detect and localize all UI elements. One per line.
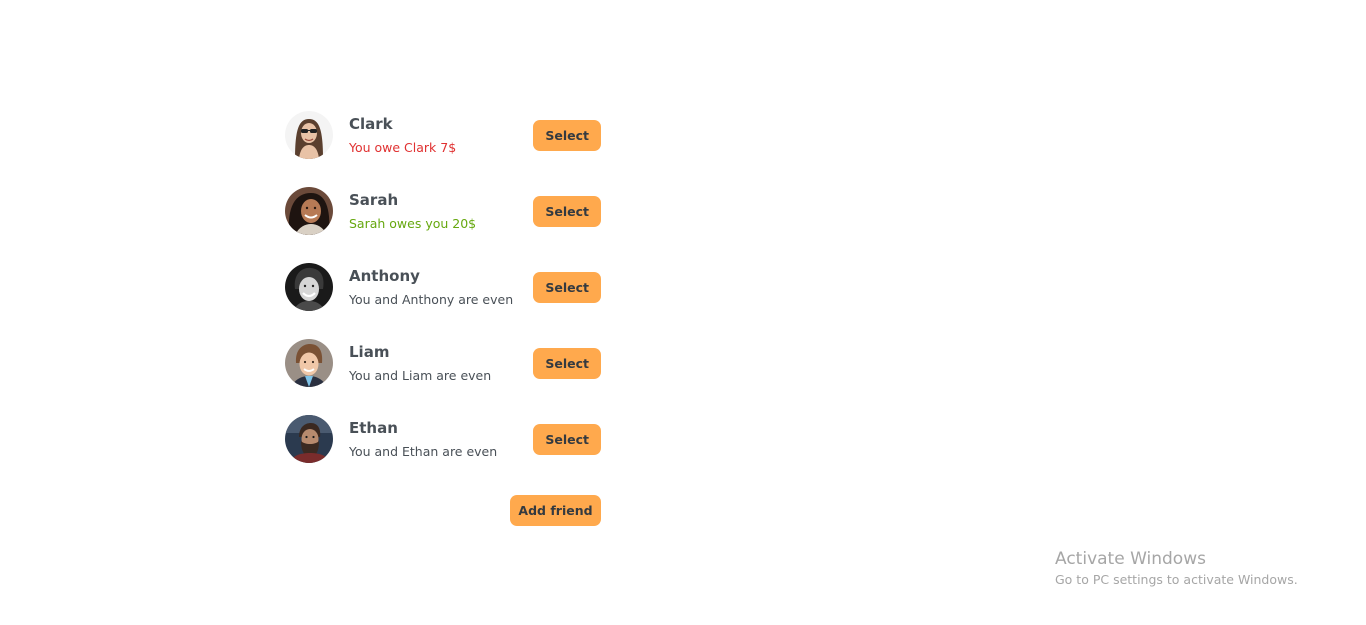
friend-balance-status: You and Anthony are even xyxy=(349,292,514,307)
avatar-clark xyxy=(285,111,333,159)
friend-item-sarah: Sarah Sarah owes you 20$ Select xyxy=(285,187,601,235)
friend-name: Ethan xyxy=(349,419,398,437)
add-friend-button[interactable]: Add friend xyxy=(510,495,601,526)
select-button-sarah[interactable]: Select xyxy=(533,196,601,227)
friends-list: Clark You owe Clark 7$ Select Sarah Sara… xyxy=(285,111,601,491)
friend-item-ethan: Ethan You and Ethan are even Select xyxy=(285,415,601,463)
friend-balance-status: Sarah owes you 20$ xyxy=(349,216,477,231)
friend-name: Liam xyxy=(349,343,390,361)
friend-item-clark: Clark You owe Clark 7$ Select xyxy=(285,111,601,159)
friend-name: Sarah xyxy=(349,191,399,209)
friend-item-anthony: Anthony You and Anthony are even Select xyxy=(285,263,601,311)
select-button-ethan[interactable]: Select xyxy=(533,424,601,455)
friend-name: Anthony xyxy=(349,267,420,285)
select-button-clark[interactable]: Select xyxy=(533,120,601,151)
avatar-ethan xyxy=(285,415,333,463)
watermark-subtitle: Go to PC settings to activate Windows. xyxy=(1055,572,1298,587)
avatar-liam xyxy=(285,339,333,387)
friend-balance-status: You owe Clark 7$ xyxy=(349,140,457,155)
friend-item-liam: Liam You and Liam are even Select xyxy=(285,339,601,387)
select-button-anthony[interactable]: Select xyxy=(533,272,601,303)
watermark-title: Activate Windows xyxy=(1055,549,1206,569)
friend-balance-status: You and Ethan are even xyxy=(349,444,498,459)
avatar-sarah xyxy=(285,187,333,235)
friend-balance-status: You and Liam are even xyxy=(349,368,492,383)
page: Clark You owe Clark 7$ Select Sarah Sara… xyxy=(0,0,1366,625)
friend-name: Clark xyxy=(349,115,393,133)
select-button-liam[interactable]: Select xyxy=(533,348,601,379)
activate-windows-watermark: Activate Windows Go to PC settings to ac… xyxy=(1055,548,1298,590)
avatar-anthony xyxy=(285,263,333,311)
